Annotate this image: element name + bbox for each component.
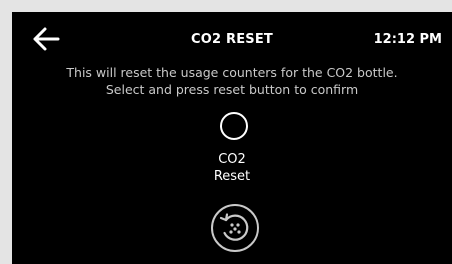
co2-reset-radio[interactable] (220, 112, 248, 140)
header-bar: CO2 RESET 12:12 PM (12, 12, 452, 62)
description-line-2: Select and press reset button to confirm (105, 82, 359, 97)
co2-reset-label-line-2: Reset (213, 169, 251, 184)
co2-reset-label: CO2 Reset (12, 151, 452, 185)
reset-icon (211, 204, 259, 252)
description: This will reset the usage counters for t… (12, 64, 452, 98)
clock: 12:12 PM (373, 32, 442, 47)
co2-reset-label-line-1: CO2 (218, 152, 246, 167)
description-line-1: This will reset the usage counters for t… (66, 65, 398, 80)
co2-reset-screen: CO2 RESET 12:12 PM This will reset the u… (12, 12, 452, 264)
reset-button[interactable] (210, 203, 260, 253)
